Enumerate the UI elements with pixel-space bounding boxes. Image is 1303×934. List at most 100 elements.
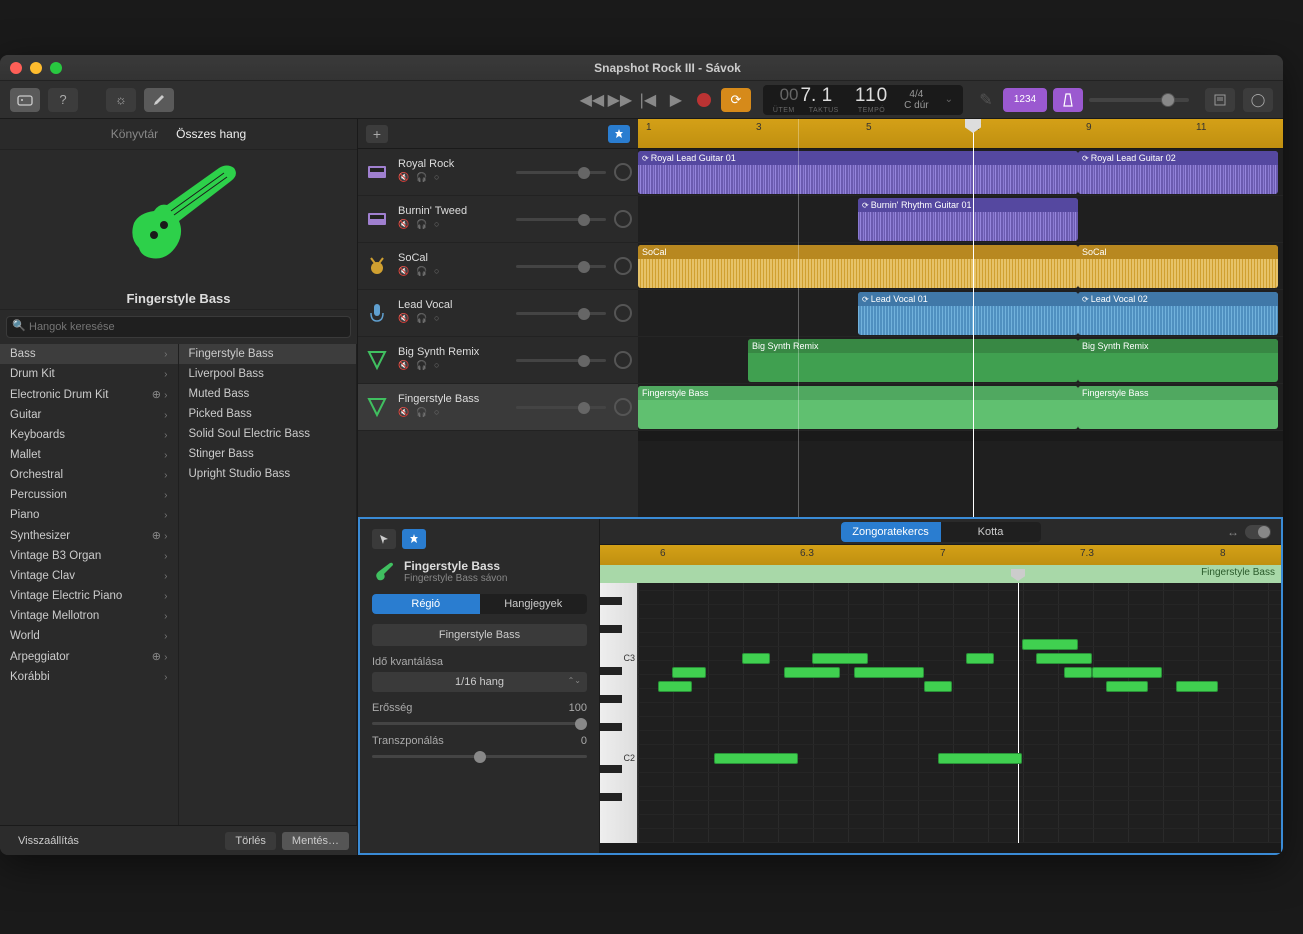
midi-note[interactable]	[854, 667, 924, 678]
library-tab-all-sounds[interactable]: Összes hang	[176, 127, 246, 141]
ruler[interactable]: 1357911	[638, 119, 1283, 149]
category-item[interactable]: Vintage Mellotron›	[0, 606, 178, 626]
category-item[interactable]: Vintage Electric Piano›	[0, 586, 178, 606]
region-notes-segment[interactable]: Régió Hangjegyek	[372, 594, 587, 614]
midi-note[interactable]	[1176, 681, 1218, 692]
go-to-start-button[interactable]: |◀	[637, 89, 659, 111]
category-item[interactable]: Keyboards›	[0, 425, 178, 445]
track-volume-slider[interactable]	[516, 359, 606, 362]
headphone-icon[interactable]: 🎧	[416, 172, 430, 186]
category-item[interactable]: World›	[0, 626, 178, 646]
track-header[interactable]: Big Synth Remix 🔇🎧○	[358, 337, 638, 384]
track-header[interactable]: Burnin' Tweed 🔇🎧○	[358, 196, 638, 243]
library-button[interactable]	[10, 88, 40, 112]
quantize-select[interactable]: 1/16 hang	[372, 672, 587, 692]
lock-icon[interactable]: ○	[434, 266, 448, 280]
master-volume-slider[interactable]	[1089, 98, 1189, 102]
lcd[interactable]: 007. 1 ÜTEMTAKTUS 110 TEMPÓ 4/4 C dúr ⌄	[763, 85, 963, 115]
midi-note[interactable]	[714, 753, 798, 764]
category-item[interactable]: Guitar›	[0, 405, 178, 425]
region[interactable]: Fingerstyle Bass	[1078, 386, 1278, 429]
midi-note[interactable]	[784, 667, 840, 678]
category-item[interactable]: Drum Kit›	[0, 364, 178, 384]
region-name-field[interactable]	[372, 624, 587, 646]
track-volume-slider[interactable]	[516, 406, 606, 409]
category-item[interactable]: Synthesizer⊕ ›	[0, 525, 178, 546]
track-pan-knob[interactable]	[614, 257, 632, 275]
region[interactable]: ⟳Burnin' Rhythm Guitar 01	[858, 198, 1078, 241]
loop-browser-button[interactable]: ◯	[1243, 88, 1273, 112]
track-volume-slider[interactable]	[516, 171, 606, 174]
midi-note[interactable]	[966, 653, 994, 664]
region[interactable]: Fingerstyle Bass	[638, 386, 1078, 429]
tuner-icon[interactable]: ✎	[975, 89, 997, 111]
preset-item[interactable]: Solid Soul Electric Bass	[179, 424, 357, 444]
track-volume-slider[interactable]	[516, 265, 606, 268]
edit-button[interactable]	[144, 88, 174, 112]
mute-button[interactable]: 🔇	[398, 219, 412, 233]
count-in-button[interactable]: 1234	[1003, 88, 1047, 112]
piano-roll-body[interactable]: C3C2	[600, 583, 1281, 843]
record-button[interactable]	[693, 89, 715, 111]
drummer-button[interactable]	[608, 125, 630, 143]
pointer-tool-button[interactable]	[372, 529, 396, 549]
transpose-slider[interactable]	[372, 755, 587, 758]
midi-note[interactable]	[672, 667, 706, 678]
track-header[interactable]: Royal Rock 🔇🎧○	[358, 149, 638, 196]
track-header[interactable]: SoCal 🔇🎧○	[358, 243, 638, 290]
track-pan-knob[interactable]	[614, 163, 632, 181]
track-pan-knob[interactable]	[614, 351, 632, 369]
midi-note[interactable]	[812, 653, 868, 664]
maximize-icon[interactable]	[50, 62, 62, 74]
notepad-button[interactable]	[1205, 88, 1235, 112]
midi-note[interactable]	[938, 753, 1022, 764]
rewind-button[interactable]: ◀◀	[581, 89, 603, 111]
lock-icon[interactable]: ○	[434, 407, 448, 421]
category-item[interactable]: Mallet›	[0, 445, 178, 465]
region[interactable]: ⟳Lead Vocal 02	[1078, 292, 1278, 335]
track-header[interactable]: Fingerstyle Bass 🔇🎧○	[358, 384, 638, 431]
preset-item[interactable]: Fingerstyle Bass	[179, 344, 357, 364]
midi-note[interactable]	[1036, 653, 1092, 664]
region[interactable]: ⟳Royal Lead Guitar 02	[1078, 151, 1278, 194]
midi-note[interactable]	[658, 681, 692, 692]
category-item[interactable]: Vintage Clav›	[0, 566, 178, 586]
mute-button[interactable]: 🔇	[398, 360, 412, 374]
delete-button[interactable]: Törlés	[225, 832, 276, 850]
strength-slider[interactable]	[372, 722, 587, 725]
preset-item[interactable]: Stinger Bass	[179, 444, 357, 464]
track-pan-knob[interactable]	[614, 304, 632, 322]
mute-button[interactable]: 🔇	[398, 313, 412, 327]
category-item[interactable]: Vintage B3 Organ›	[0, 546, 178, 566]
drummer-tool-button[interactable]	[402, 529, 426, 549]
playhead[interactable]	[973, 119, 974, 517]
mute-button[interactable]: 🔇	[398, 266, 412, 280]
piano-roll-ruler[interactable]: 66.377.38	[600, 545, 1281, 565]
midi-note[interactable]	[924, 681, 952, 692]
play-button[interactable]: ▶	[665, 89, 687, 111]
midi-note[interactable]	[1022, 639, 1078, 650]
link-icon[interactable]: ↔	[1227, 525, 1239, 539]
preset-item[interactable]: Upright Studio Bass	[179, 464, 357, 484]
piano-roll-playhead[interactable]	[1018, 583, 1019, 843]
arrangement[interactable]: 1357911 ⟳Royal Lead Guitar 01⟳Royal Lead…	[638, 119, 1283, 517]
category-item[interactable]: Bass›	[0, 344, 178, 364]
region[interactable]: ⟳Lead Vocal 01	[858, 292, 1078, 335]
category-list[interactable]: Bass›Drum Kit›Electronic Drum Kit⊕ ›Guit…	[0, 344, 179, 825]
category-item[interactable]: Piano›	[0, 505, 178, 525]
tab-piano-roll[interactable]: Zongoratekercs	[841, 522, 941, 542]
midi-note[interactable]	[1106, 681, 1148, 692]
headphone-icon[interactable]: 🎧	[416, 313, 430, 327]
midi-note[interactable]	[1064, 667, 1092, 678]
piano-roll-grid[interactable]	[638, 583, 1281, 843]
lock-icon[interactable]: ○	[434, 172, 448, 186]
category-item[interactable]: Korábbi›	[0, 667, 178, 687]
track-volume-slider[interactable]	[516, 312, 606, 315]
region[interactable]: Big Synth Remix	[1078, 339, 1278, 382]
catch-toggle[interactable]	[1245, 525, 1271, 539]
settings-icon[interactable]: ☼	[106, 88, 136, 112]
category-item[interactable]: Percussion›	[0, 485, 178, 505]
track-volume-slider[interactable]	[516, 218, 606, 221]
preset-item[interactable]: Muted Bass	[179, 384, 357, 404]
track-header[interactable]: Lead Vocal 🔇🎧○	[358, 290, 638, 337]
